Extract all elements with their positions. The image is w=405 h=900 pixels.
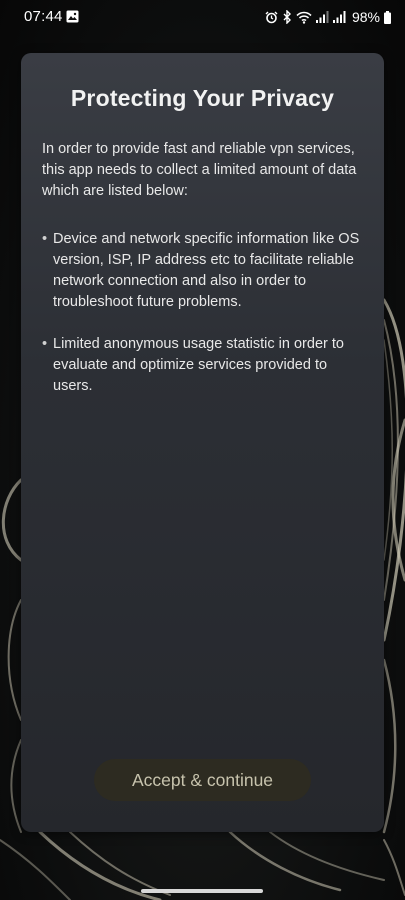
- bullet-icon: •: [42, 231, 48, 247]
- status-time: 07:44: [24, 8, 63, 25]
- alarm-icon: [265, 11, 278, 24]
- status-bar: 07:44 98%: [0, 0, 405, 34]
- list-item: • Limited anonymous usage statistic in o…: [42, 334, 364, 397]
- status-icons: 98%: [265, 8, 391, 26]
- wifi-icon: [296, 11, 312, 24]
- list-item: • Device and network specific informatio…: [42, 229, 364, 313]
- image-icon: [66, 10, 79, 27]
- bluetooth-icon: [282, 10, 292, 24]
- battery-icon: [384, 10, 391, 24]
- data-collection-list: • Device and network specific informatio…: [42, 229, 364, 418]
- accept-continue-button[interactable]: Accept & continue: [94, 759, 311, 801]
- signal-icon: [315, 11, 329, 23]
- bullet-icon: •: [42, 336, 48, 352]
- privacy-dialog: Protecting Your Privacy In order to prov…: [21, 53, 384, 832]
- battery-level: 98%: [351, 9, 380, 25]
- intro-text: In order to provide fast and reliable vp…: [42, 141, 357, 199]
- list-item-text: Device and network specific information …: [53, 231, 360, 310]
- signal-icon: [332, 11, 346, 23]
- navigation-handle[interactable]: [141, 889, 263, 893]
- dialog-title: Protecting Your Privacy: [70, 85, 335, 111]
- screen: 07:44 98% Protecting Your Privacy In ord…: [0, 0, 405, 900]
- list-item-text: Limited anonymous usage statistic in ord…: [53, 336, 344, 394]
